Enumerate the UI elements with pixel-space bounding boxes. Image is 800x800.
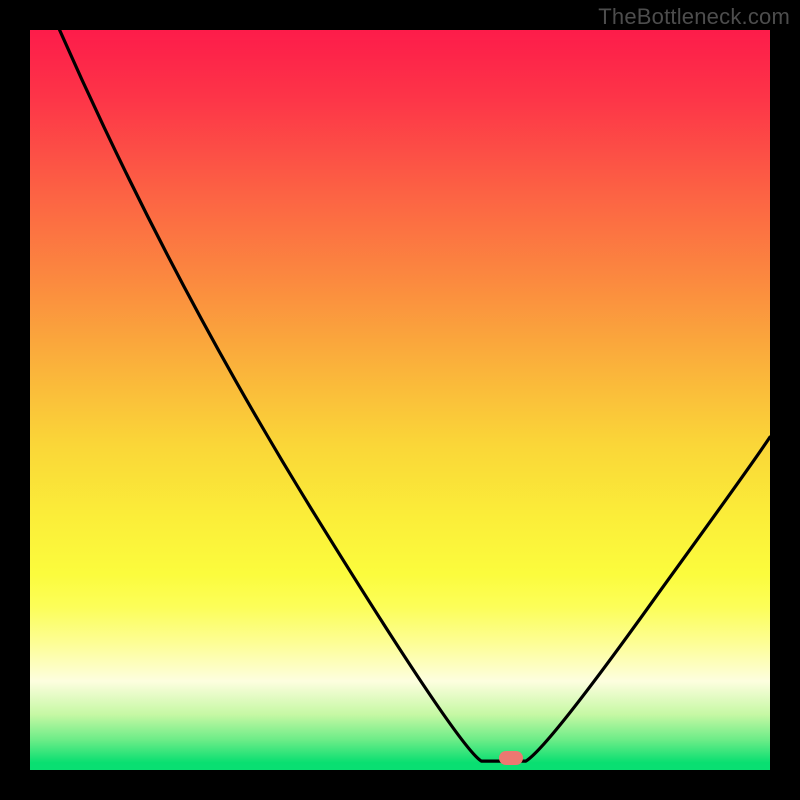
optimal-marker [499,751,523,765]
bottleneck-curve-path [60,30,770,761]
watermark-text: TheBottleneck.com [598,4,790,30]
curve-svg [30,30,770,770]
plot-area [30,30,770,770]
chart-frame: TheBottleneck.com [0,0,800,800]
